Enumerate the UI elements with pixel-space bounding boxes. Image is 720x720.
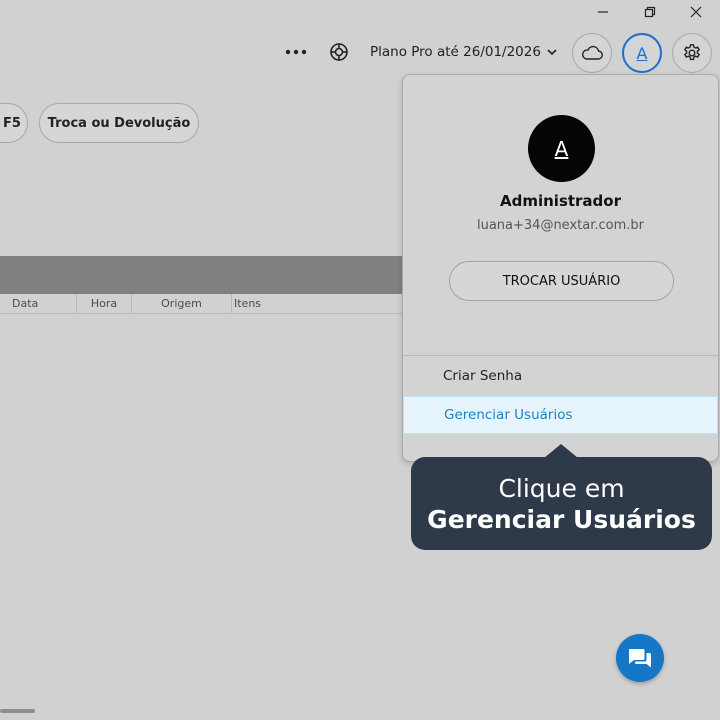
- lifebuoy-icon: [330, 43, 348, 61]
- chat-icon: [629, 649, 651, 668]
- user-menu-dropdown: A Administrador luana+34@nextar.com.br T…: [402, 74, 719, 462]
- user-initial: A: [636, 43, 648, 63]
- tooltip-arrow: [544, 444, 578, 458]
- tooltip-line1: Clique em: [498, 473, 625, 503]
- column-header-data[interactable]: Data: [0, 294, 77, 314]
- horizontal-scrollbar[interactable]: [0, 709, 35, 713]
- guide-tooltip: Clique em Gerenciar Usuários: [411, 457, 712, 550]
- table-header: Data Hora Origem Itens: [0, 294, 410, 314]
- table-banner: [0, 256, 410, 294]
- chat-button[interactable]: [616, 634, 664, 682]
- menu-item-label: Gerenciar Usuários: [444, 407, 573, 423]
- menu-item-label: Criar Senha: [443, 368, 523, 384]
- settings-button[interactable]: [672, 33, 712, 73]
- chevron-down-icon: [547, 48, 557, 55]
- troca-devolucao-label: Troca ou Devolução: [47, 115, 191, 131]
- minimize-button[interactable]: [580, 0, 626, 24]
- switch-user-label: TROCAR USUÁRIO: [502, 273, 621, 289]
- menu-divider: [403, 355, 718, 356]
- switch-user-button[interactable]: TROCAR USUÁRIO: [449, 261, 674, 301]
- column-header-origem[interactable]: Origem: [132, 294, 232, 314]
- plan-label: Plano Pro até 26/01/2026: [370, 44, 541, 60]
- minimize-icon: [598, 11, 608, 13]
- user-name: Administrador: [500, 192, 621, 210]
- cloud-icon: [581, 45, 603, 60]
- column-header-hora[interactable]: Hora: [77, 294, 132, 314]
- plan-dropdown[interactable]: Plano Pro até 26/01/2026: [370, 40, 557, 64]
- column-header-itens[interactable]: Itens: [232, 294, 410, 314]
- cloud-sync-button[interactable]: [572, 33, 612, 73]
- restore-icon: [644, 6, 656, 18]
- troca-devolucao-button[interactable]: Troca ou Devolução: [39, 103, 199, 143]
- gear-icon: [684, 44, 700, 61]
- action-pill-f5[interactable]: F5: [0, 103, 28, 143]
- avatar: A: [528, 115, 595, 182]
- action-pill-f5-label: F5: [3, 115, 21, 131]
- user-menu-button[interactable]: A: [622, 33, 662, 73]
- user-email: luana+34@nextar.com.br: [476, 218, 644, 233]
- restore-button[interactable]: [627, 0, 673, 24]
- support-button[interactable]: [325, 38, 353, 66]
- close-icon: [690, 6, 702, 18]
- menu-item-criar-senha[interactable]: Criar Senha: [403, 357, 718, 395]
- avatar-initial: A: [554, 136, 569, 161]
- menu-item-gerenciar-usuarios[interactable]: Gerenciar Usuários: [403, 396, 718, 434]
- more-horizontal-icon: [285, 49, 307, 55]
- close-button[interactable]: [673, 0, 719, 24]
- tooltip-line2: Gerenciar Usuários: [427, 504, 696, 534]
- more-button[interactable]: [282, 38, 310, 66]
